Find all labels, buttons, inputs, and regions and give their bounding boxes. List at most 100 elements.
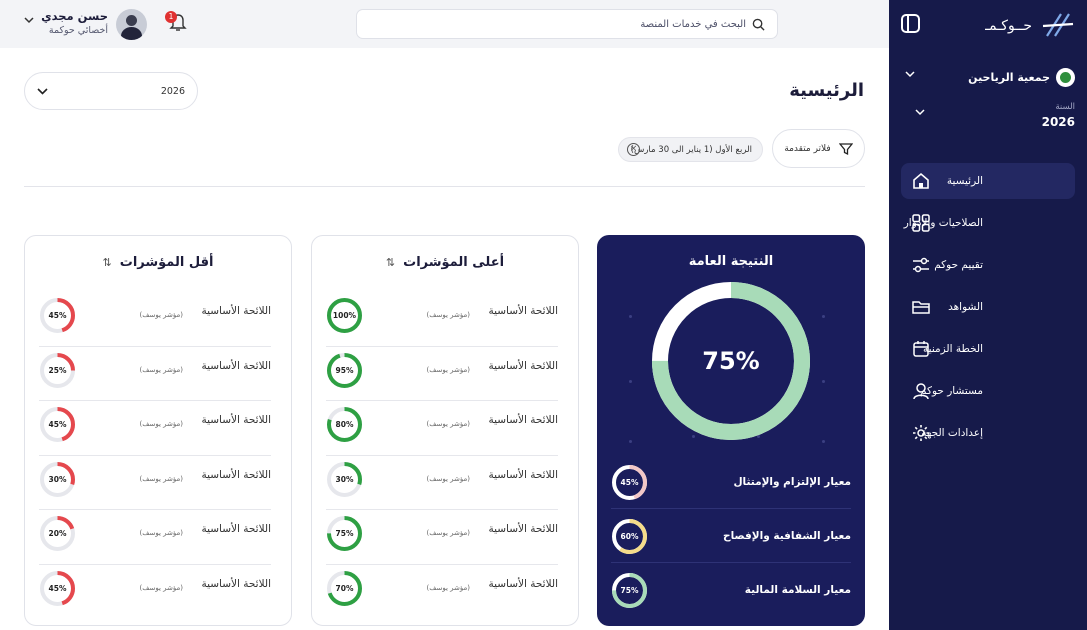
divider <box>24 186 865 187</box>
year-select-value: 2026 <box>160 85 185 97</box>
sidebar-item-evidence[interactable]: الشواهد <box>901 289 1075 325</box>
standard-row[interactable]: 60% معيار الشفافية والإفصاح <box>611 509 851 563</box>
standard-label: معيار السلامة المالية <box>744 584 851 596</box>
indicator-percent: 30% <box>335 474 354 484</box>
indicator-row[interactable]: 45% (مؤشر يوسف) اللائحة الأساسية <box>39 565 271 620</box>
calendar-icon <box>913 341 929 357</box>
indicator-row[interactable]: 45% (مؤشر يوسف) اللائحة الأساسية <box>39 292 271 347</box>
indicator-label: اللائحة الأساسية <box>488 359 558 372</box>
indicator-label: اللائحة الأساسية <box>488 523 558 535</box>
sidebar: حــوكـمـ جمعية الرياحين السنة 2026 الرئي… <box>889 0 1087 630</box>
indicator-percent: 80% <box>335 420 354 429</box>
indicator-percent: 45% <box>48 420 67 429</box>
app-logo[interactable]: حــوكـمـ <box>984 8 1075 46</box>
indicator-row[interactable]: 100% (مؤشر يوسف) اللائحة الأساسية <box>326 292 558 347</box>
lowest-indicators-list: 45% (مؤشر يوسف) اللائحة الأساسية 25% (مؤشر ي… <box>39 292 271 619</box>
chevron-down-icon <box>37 88 48 95</box>
grid-icon <box>912 214 930 232</box>
gear-icon <box>913 425 929 441</box>
indicator-row[interactable]: 70% (مؤشر يوسف) اللائحة الأساسية <box>326 565 558 620</box>
indicator-percent: 95% <box>335 365 354 375</box>
indicator-sub: (مؤشر يوسف) <box>426 474 470 483</box>
sidebar-item-home[interactable]: الرئيسية <box>901 163 1075 199</box>
overall-title: النتيجة العامة <box>688 254 774 269</box>
filter-chip: الربع الأول (1 يناير الى 30 مارس) × <box>618 137 763 162</box>
indicator-label: اللائحة الأساسية <box>488 577 558 590</box>
indicator-percent: 25% <box>48 365 67 375</box>
indicator-label: اللائحة الأساسية <box>488 305 558 317</box>
standard-percent: 75% <box>620 586 639 595</box>
standard-row[interactable]: 45% معيار الإلتزام والإمتثال <box>611 455 851 509</box>
year-select[interactable]: 2026 <box>24 72 198 110</box>
standard-row[interactable]: 75% معيار السلامة المالية <box>611 563 851 617</box>
search-placeholder: البحث في خدمات المنصة <box>640 18 746 30</box>
chevron-down-icon[interactable] <box>915 108 925 116</box>
overall-result-card: النتيجة العامة 75% 45% معيار الإلتزام وال… <box>597 235 865 626</box>
close-icon[interactable]: × <box>627 143 640 156</box>
indicator-row[interactable]: 95% (مؤشر يوسف) اللائحة الأساسية <box>326 347 558 401</box>
user-name[interactable]: حسن مجدي <box>41 9 108 23</box>
sort-icon[interactable]: ⇅ <box>103 256 112 269</box>
indicator-label: اللائحة الأساسية <box>201 577 271 590</box>
logo-text: حــوكـمـ <box>985 18 1032 34</box>
indicator-percent: 20% <box>48 529 67 538</box>
indicator-row[interactable]: 25% (مؤشر يوسف) اللائحة الأساسية <box>39 347 271 401</box>
indicator-row[interactable]: 75% (مؤشر يوسف) اللائحة الأساسية <box>326 510 558 565</box>
app-root: حــوكـمـ جمعية الرياحين السنة 2026 الرئي… <box>0 0 1087 630</box>
indicator-sub: (مؤشر يوسف) <box>139 420 183 428</box>
overall-percent: 75% <box>702 347 760 375</box>
indicator-sub: (مؤشر يوسف) <box>426 311 470 319</box>
search-input[interactable]: البحث في خدمات المنصة <box>356 9 778 39</box>
indicator-row[interactable]: 80% (مؤشر يوسف) اللائحة الأساسية <box>326 401 558 456</box>
org-selector[interactable]: جمعية الرياحين <box>968 68 1075 87</box>
indicator-label: اللائحة الأساسية <box>488 414 558 426</box>
indicator-row[interactable]: 20% (مؤشر يوسف) اللائحة الأساسية <box>39 510 271 565</box>
indicator-sub: (مؤشر يوسف) <box>139 529 183 537</box>
sliders-icon <box>913 257 929 273</box>
indicator-sub: (مؤشر يوسف) <box>426 420 470 428</box>
chevron-down-icon[interactable] <box>24 16 34 24</box>
top-indicators-list: 100% (مؤشر يوسف) اللائحة الأساسية 95% (مؤشر … <box>326 292 558 619</box>
top-indicators-card: أعلى المؤشرات ⇅ 100% (مؤشر يوسف) اللائحة ال… <box>311 235 579 626</box>
sort-icon[interactable]: ⇅ <box>386 256 395 269</box>
folder-icon <box>912 301 930 314</box>
search-icon <box>752 18 765 31</box>
indicator-percent: 45% <box>48 583 67 593</box>
indicator-label: اللائحة الأساسية <box>201 414 271 426</box>
chevron-down-icon[interactable] <box>905 70 915 78</box>
topbar: البحث في خدمات المنصة حسن مجدي أخصائي حو… <box>0 0 889 48</box>
advanced-filter-button[interactable]: فلاتر متقدمة <box>772 129 865 168</box>
indicator-label: اللائحة الأساسية <box>201 468 271 481</box>
indicator-sub: (مؤشر يوسف) <box>426 583 470 592</box>
org-logo-icon <box>1056 68 1075 87</box>
standard-label: معيار الإلتزام والإمتثال <box>733 476 851 488</box>
year-value[interactable]: 2026 <box>1042 115 1075 129</box>
indicator-label: اللائحة الأساسية <box>201 359 271 372</box>
sidebar-item-permissions[interactable]: الصلاحيات والادوار <box>901 205 1075 241</box>
standard-percent: 60% <box>620 532 639 541</box>
sidebar-item-advisor[interactable]: مستشار حوكم <box>901 373 1075 409</box>
indicator-sub: (مؤشر يوسف) <box>139 583 183 592</box>
sidebar-toggle-icon[interactable] <box>901 14 920 33</box>
sidebar-item-evaluation[interactable]: تقييم حوكم <box>901 247 1075 283</box>
indicator-percent: 100% <box>332 311 357 320</box>
logo-mark-icon: حــوكـمـ <box>984 13 1074 37</box>
indicator-percent: 70% <box>335 583 354 593</box>
indicator-sub: (مؤشر يوسف) <box>139 311 183 319</box>
user-icon <box>913 383 929 400</box>
page-title: الرئيسية <box>789 80 864 101</box>
top-indicators-header: أعلى المؤشرات ⇅ <box>312 255 578 270</box>
year-caption: السنة <box>1055 102 1075 112</box>
home-icon <box>913 172 929 189</box>
top-indicators-title: أعلى المؤشرات <box>403 255 505 270</box>
user-role: أخصائي حوكمة <box>48 25 108 36</box>
indicator-row[interactable]: 45% (مؤشر يوسف) اللائحة الأساسية <box>39 401 271 456</box>
avatar[interactable] <box>116 9 147 40</box>
sidebar-item-timeline[interactable]: الخطة الزمنية <box>901 331 1075 367</box>
indicator-percent: 75% <box>335 529 354 538</box>
notification-badge: 1 <box>165 11 177 23</box>
indicator-row[interactable]: 30% (مؤشر يوسف) اللائحة الأساسية <box>326 456 558 510</box>
lowest-indicators-card: أقل المؤشرات ⇅ 45% (مؤشر يوسف) اللائحة الأس… <box>24 235 292 626</box>
indicator-row[interactable]: 30% (مؤشر يوسف) اللائحة الأساسية <box>39 456 271 510</box>
sidebar-item-settings[interactable]: إعدادات الجهة <box>901 415 1075 451</box>
